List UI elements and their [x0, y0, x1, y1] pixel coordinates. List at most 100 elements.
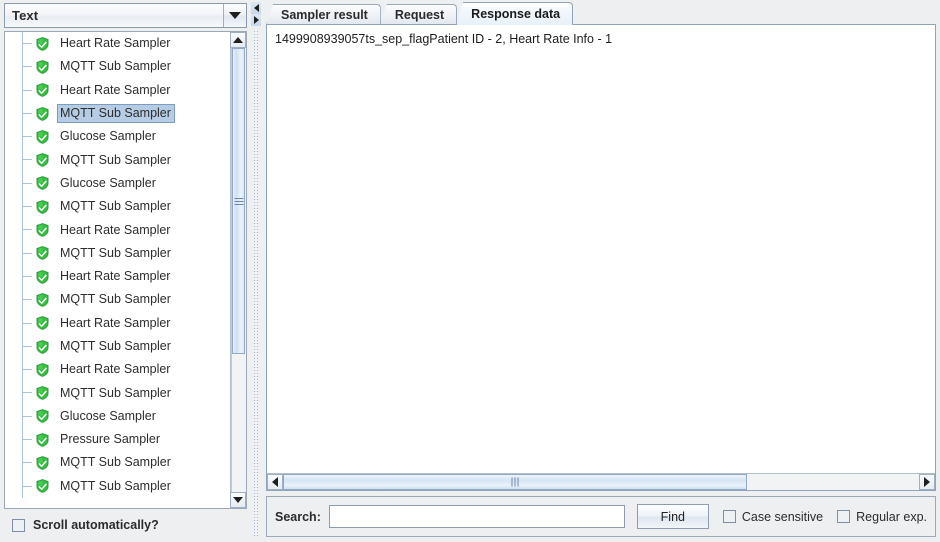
green-shield-check-icon: [35, 59, 50, 75]
tree-item[interactable]: Glucose Sampler: [5, 404, 231, 429]
green-shield-check-icon: [35, 362, 50, 378]
response-horizontal-scrollbar[interactable]: [267, 473, 935, 490]
collapse-right-icon[interactable]: [251, 14, 261, 26]
tree-item[interactable]: Heart Rate Sampler: [5, 32, 231, 56]
tree-elbow-line: [22, 112, 32, 114]
tree-item[interactable]: Pressure Sampler: [5, 428, 231, 452]
tab-sampler-result[interactable]: Sampler result: [266, 4, 381, 25]
tree-item-label: MQTT Sub Sampler: [60, 455, 171, 470]
find-button[interactable]: Find: [636, 504, 709, 529]
divider-collapse-arrows[interactable]: [251, 2, 261, 28]
green-shield-check-icon: [35, 106, 50, 122]
response-data-panel[interactable]: 1499908939057ts_sep_flagPatient ID - 2, …: [266, 24, 936, 491]
tree-item-label: Heart Rate Sampler: [60, 269, 171, 284]
response-data-text: 1499908939057ts_sep_flagPatient ID - 2, …: [275, 32, 613, 46]
tree-item-label: Heart Rate Sampler: [60, 315, 171, 330]
divider-grip-texture: [253, 30, 258, 538]
tab-request[interactable]: Request: [379, 4, 458, 25]
tree-item[interactable]: Glucose Sampler: [5, 125, 231, 149]
scroll-automatically-checkbox[interactable]: [12, 518, 25, 532]
jmeter-view-results-tree: Text Heart Rate Sampler MQTT Sub Sampler…: [0, 0, 940, 542]
green-shield-check-icon: [35, 455, 50, 471]
green-shield-check-icon: [35, 82, 50, 98]
response-hscroll-thumb[interactable]: [283, 474, 748, 490]
tree-elbow-line: [22, 206, 32, 208]
tab-response-data[interactable]: Response data: [456, 2, 574, 25]
case-sensitive-label: Case sensitive: [741, 509, 824, 524]
collapse-left-icon[interactable]: [251, 2, 261, 14]
green-shield-check-icon: [35, 222, 50, 238]
tree-item[interactable]: Heart Rate Sampler: [5, 78, 231, 102]
text-render-combobox[interactable]: Text: [4, 3, 247, 28]
case-sensitive-group[interactable]: Case sensitive: [722, 509, 824, 524]
tree-item[interactable]: MQTT Sub Sampler: [5, 288, 231, 312]
search-input[interactable]: [328, 505, 625, 528]
tree-item[interactable]: MQTT Sub Sampler: [5, 101, 231, 126]
chevron-down-icon[interactable]: [223, 4, 246, 27]
scroll-automatically-row[interactable]: Scroll automatically?: [4, 512, 247, 538]
tree-item[interactable]: Heart Rate Sampler: [5, 218, 231, 242]
tree-item[interactable]: MQTT Sub Sampler: [5, 195, 231, 219]
green-shield-check-icon: [35, 408, 50, 424]
tree-elbow-line: [22, 89, 32, 91]
scroll-up-button[interactable]: [230, 32, 246, 48]
response-hscroll-track[interactable]: [283, 474, 919, 490]
green-shield-check-icon: [35, 175, 50, 191]
tree-item[interactable]: MQTT Sub Sampler: [5, 474, 231, 498]
results-tree[interactable]: Heart Rate Sampler MQTT Sub Sampler Hear…: [4, 31, 247, 509]
tree-item[interactable]: Heart Rate Sampler: [5, 358, 231, 382]
tree-item-label: MQTT Sub Sampler: [60, 339, 171, 353]
green-shield-check-icon: [35, 478, 50, 494]
tree-elbow-line: [22, 66, 32, 68]
tree-vscroll-thumb[interactable]: [232, 48, 245, 355]
search-label: Search:: [275, 509, 321, 524]
scroll-down-button[interactable]: [230, 492, 246, 508]
scroll-grip-icon: [511, 477, 519, 487]
scroll-right-button[interactable]: [919, 474, 935, 490]
tree-item-label: Heart Rate Sampler: [60, 222, 171, 237]
combobox-selected-value: Text: [12, 8, 39, 23]
tree-item-label: MQTT Sub Sampler: [57, 104, 175, 124]
green-shield-check-icon: [35, 129, 50, 145]
tree-item-label: Glucose Sampler: [60, 129, 156, 144]
tree-item[interactable]: Heart Rate Sampler: [5, 311, 231, 335]
tree-item-label: Glucose Sampler: [60, 408, 156, 423]
regular-exp-group[interactable]: Regular exp.: [837, 510, 927, 524]
tree-item-label: Heart Rate Sampler: [60, 362, 171, 377]
tree-item[interactable]: MQTT Sub Sampler: [5, 148, 231, 172]
tree-item-label: MQTT Sub Sampler: [60, 478, 171, 493]
tree-elbow-line: [22, 392, 32, 394]
tree-item-label: MQTT Sub Sampler: [60, 385, 171, 400]
tree-item[interactable]: MQTT Sub Sampler: [5, 381, 231, 405]
tree-vscroll-track[interactable]: [231, 48, 246, 492]
scroll-left-button[interactable]: [267, 474, 283, 490]
tree-item[interactable]: Glucose Sampler: [5, 171, 231, 196]
green-shield-check-icon: [35, 339, 50, 355]
tree-item-label: Heart Rate Sampler: [60, 36, 171, 51]
tree-item[interactable]: MQTT Sub Sampler: [5, 55, 231, 79]
tree-item-label: Glucose Sampler: [60, 175, 156, 190]
tree-elbow-line: [22, 322, 32, 324]
regular-exp-label: Regular exp.: [856, 509, 928, 524]
left-pane: Text Heart Rate Sampler MQTT Sub Sampler…: [0, 0, 250, 542]
tree-elbow-line: [22, 415, 32, 417]
tree-elbow-line: [22, 345, 32, 347]
tree-item-label: MQTT Sub Sampler: [60, 59, 171, 74]
tree-item-label: MQTT Sub Sampler: [60, 292, 171, 307]
tree-item[interactable]: Heart Rate Sampler: [5, 264, 231, 289]
regular-exp-checkbox[interactable]: [837, 510, 851, 523]
tree-elbow-line: [22, 252, 32, 254]
tree-elbow-line: [22, 275, 32, 277]
tree-elbow-line: [22, 43, 32, 44]
green-shield-check-icon: [35, 245, 50, 261]
green-shield-check-icon: [35, 269, 50, 285]
tree-elbow-line: [22, 182, 32, 184]
split-pane-divider[interactable]: [250, 0, 262, 542]
tree-item[interactable]: MQTT Sub Sampler: [5, 334, 231, 359]
tree-item-label: Heart Rate Sampler: [60, 82, 171, 97]
case-sensitive-checkbox[interactable]: [722, 510, 736, 523]
tree-item[interactable]: MQTT Sub Sampler: [5, 241, 231, 265]
tree-item-label: MQTT Sub Sampler: [60, 199, 171, 214]
tree-vertical-scrollbar[interactable]: [230, 32, 246, 508]
tree-item[interactable]: MQTT Sub Sampler: [5, 451, 231, 475]
